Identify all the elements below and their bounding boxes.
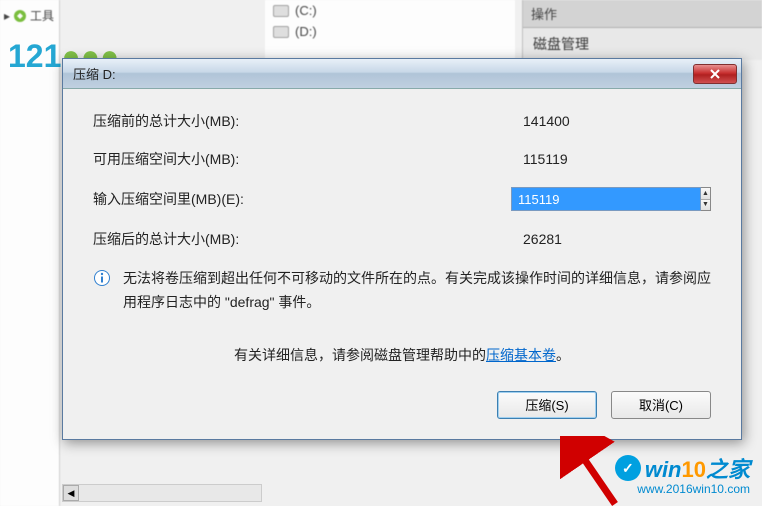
help-prefix: 有关详细信息，请参阅磁盘管理帮助中的: [234, 347, 486, 363]
dialog-title: 压缩 D:: [73, 64, 116, 83]
dialog-body: 压缩前的总计大小(MB): 141400 可用压缩空间大小(MB): 11511…: [63, 89, 741, 439]
value-before: 141400: [433, 113, 570, 129]
label-after: 压缩后的总计大小(MB):: [93, 229, 433, 249]
scroll-left-icon[interactable]: ◀: [63, 485, 79, 501]
row-input-size: 输入压缩空间里(MB)(E): ▲ ▼: [93, 187, 711, 211]
drive-label: (D:): [295, 24, 317, 39]
help-suffix: 。: [556, 347, 570, 363]
label-before: 压缩前的总计大小(MB):: [93, 111, 433, 131]
help-link[interactable]: 压缩基本卷: [486, 347, 556, 363]
shrink-button[interactable]: 压缩(S): [497, 391, 597, 419]
info-row: 无法将卷压缩到超出任何不可移动的文件所在的点。有关完成该操作时间的详细信息，请参…: [93, 267, 711, 315]
titlebar[interactable]: 压缩 D:: [63, 59, 741, 89]
drive-list: (C:) (D:): [265, 0, 515, 60]
tree-label: 工具: [30, 7, 54, 24]
horizontal-scrollbar[interactable]: ◀: [62, 484, 262, 502]
spinner: ▲ ▼: [701, 187, 711, 211]
tree-item[interactable]: ▸ 工具: [2, 4, 57, 27]
row-before-size: 压缩前的总计大小(MB): 141400: [93, 111, 711, 131]
shrink-dialog: 压缩 D: 压缩前的总计大小(MB): 141400 可用压缩空间大小(MB):…: [62, 58, 742, 440]
value-after: 26281: [433, 231, 562, 247]
actions-title: 磁盘管理: [523, 28, 762, 60]
label-input: 输入压缩空间里(MB)(E):: [93, 189, 423, 209]
actions-panel: 操作 磁盘管理: [522, 0, 762, 60]
shrink-amount-input[interactable]: [511, 187, 701, 211]
spinner-up[interactable]: ▲: [701, 188, 710, 200]
info-icon: [93, 269, 111, 287]
actions-header: 操作: [523, 0, 762, 28]
button-row: 压缩(S) 取消(C): [93, 385, 711, 421]
info-text: 无法将卷压缩到超出任何不可移动的文件所在的点。有关完成该操作时间的详细信息，请参…: [123, 267, 711, 315]
drive-icon: [273, 26, 289, 38]
row-available-size: 可用压缩空间大小(MB): 115119: [93, 149, 711, 169]
help-row: 有关详细信息，请参阅磁盘管理帮助中的压缩基本卷。: [93, 345, 711, 365]
spinner-down[interactable]: ▼: [701, 200, 710, 211]
label-available: 可用压缩空间大小(MB):: [93, 149, 433, 169]
drive-row[interactable]: (D:): [265, 21, 515, 42]
drive-row[interactable]: (C:): [265, 0, 515, 21]
tool-icon: [12, 8, 28, 24]
close-button[interactable]: [693, 64, 737, 84]
drive-icon: [273, 5, 289, 17]
tree-panel: ▸ 工具: [0, 0, 60, 506]
row-after-size: 压缩后的总计大小(MB): 26281: [93, 229, 711, 249]
close-icon: [709, 68, 721, 80]
value-available: 115119: [433, 151, 568, 167]
drive-label: (C:): [295, 3, 317, 18]
cancel-button[interactable]: 取消(C): [611, 391, 711, 419]
